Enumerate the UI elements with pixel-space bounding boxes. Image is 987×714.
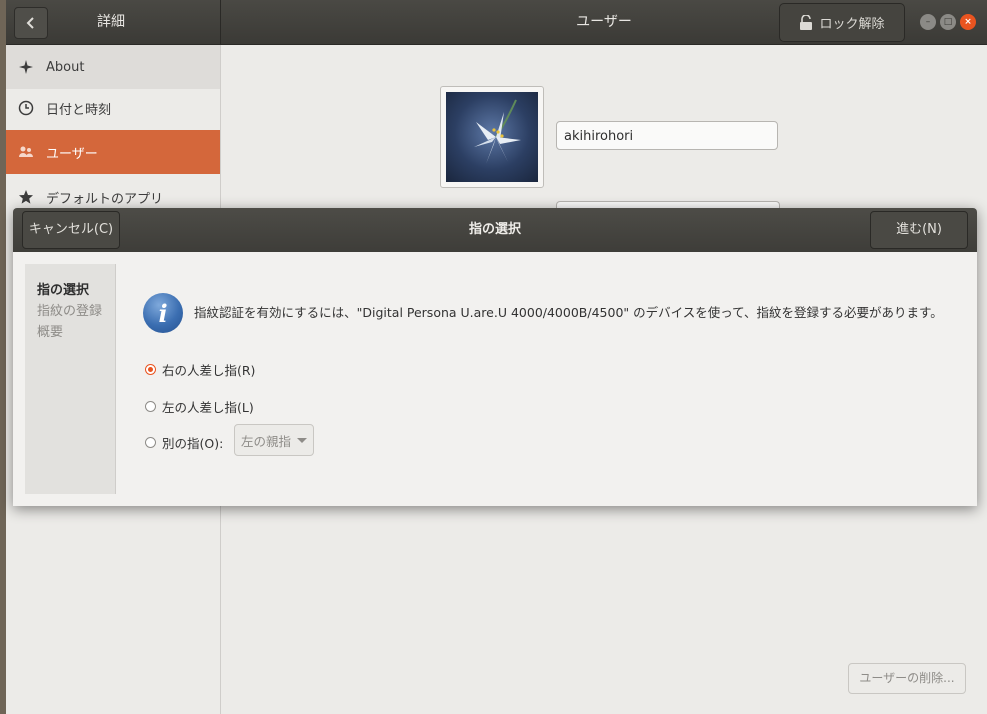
sidebar-item-label: About <box>46 59 85 75</box>
sparkle-icon <box>18 59 34 75</box>
dropdown-arrow-icon <box>297 437 308 443</box>
avatar <box>446 92 538 182</box>
step-summary: 概要 <box>37 325 64 340</box>
step-select-finger: 指の選択 <box>37 283 90 298</box>
radio-label: 左の人差し指(L) <box>162 400 254 415</box>
info-message: 指紋認証を有効にするには、"Digital Persona U.are.U 40… <box>194 305 943 320</box>
dialog-header: キャンセル(C) 指の選択 進む(N) <box>13 208 977 252</box>
users-icon <box>18 144 34 160</box>
sidebar-item-label: デフォルトのアプリ <box>46 191 164 207</box>
fingerprint-dialog: キャンセル(C) 指の選択 進む(N) 指の選択 指紋の登録 概要 i 指紋認証… <box>13 208 977 506</box>
radio-other-finger[interactable]: 別の指(O): <box>145 433 223 452</box>
minimize-icon: – <box>925 16 931 27</box>
lily-flower-image <box>474 99 521 164</box>
radio-button[interactable] <box>145 401 156 412</box>
titlebar: 詳細 ユーザー ロック解除 – □ × <box>6 0 987 45</box>
radio-left-index[interactable]: 左の人差し指(L) <box>145 397 254 416</box>
dialog-title: 指の選択 <box>468 222 521 237</box>
select-value: 左の親指 <box>241 433 292 449</box>
sidebar-item-users[interactable]: ユーザー <box>6 130 220 174</box>
other-finger-select[interactable]: 左の親指 <box>234 424 314 456</box>
star-icon <box>18 189 34 205</box>
clock-icon <box>18 100 34 116</box>
maximize-button[interactable]: □ <box>940 14 956 30</box>
maximize-icon: □ <box>943 16 953 27</box>
sidebar-item-datetime[interactable]: 日付と時刻 <box>6 86 220 130</box>
close-button[interactable]: × <box>960 14 976 30</box>
username-field[interactable]: akihirohori <box>556 121 778 150</box>
step-enroll: 指紋の登録 <box>37 304 103 319</box>
sidebar-title: 詳細 <box>97 14 125 30</box>
sidebar-item-label: 日付と時刻 <box>46 102 112 118</box>
back-button[interactable] <box>14 7 48 39</box>
radio-button-checked[interactable] <box>145 364 156 375</box>
cancel-button[interactable]: キャンセル(C) <box>22 211 120 249</box>
next-button[interactable]: 進む(N) <box>870 211 968 249</box>
sidebar-item-about[interactable]: About <box>6 45 220 89</box>
window-title: ユーザー <box>576 14 632 30</box>
sidebar-item-label: ユーザー <box>46 146 98 162</box>
avatar-button[interactable] <box>440 86 544 188</box>
radio-button[interactable] <box>145 437 156 448</box>
lock-icon <box>800 14 813 30</box>
radio-label: 別の指(O): <box>162 436 224 451</box>
titlebar-left-pane: 詳細 <box>6 0 221 44</box>
close-icon: × <box>964 16 972 27</box>
unlock-button[interactable]: ロック解除 <box>779 3 905 42</box>
chevron-left-icon <box>26 17 34 29</box>
radio-label: 右の人差し指(R) <box>162 363 256 378</box>
radio-right-index[interactable]: 右の人差し指(R) <box>145 360 255 379</box>
info-icon: i <box>143 293 183 333</box>
unlock-label: ロック解除 <box>819 17 885 32</box>
step-list: 指の選択 指紋の登録 概要 <box>25 264 116 494</box>
remove-user-button[interactable]: ユーザーの削除... <box>848 663 966 694</box>
minimize-button[interactable]: – <box>920 14 936 30</box>
